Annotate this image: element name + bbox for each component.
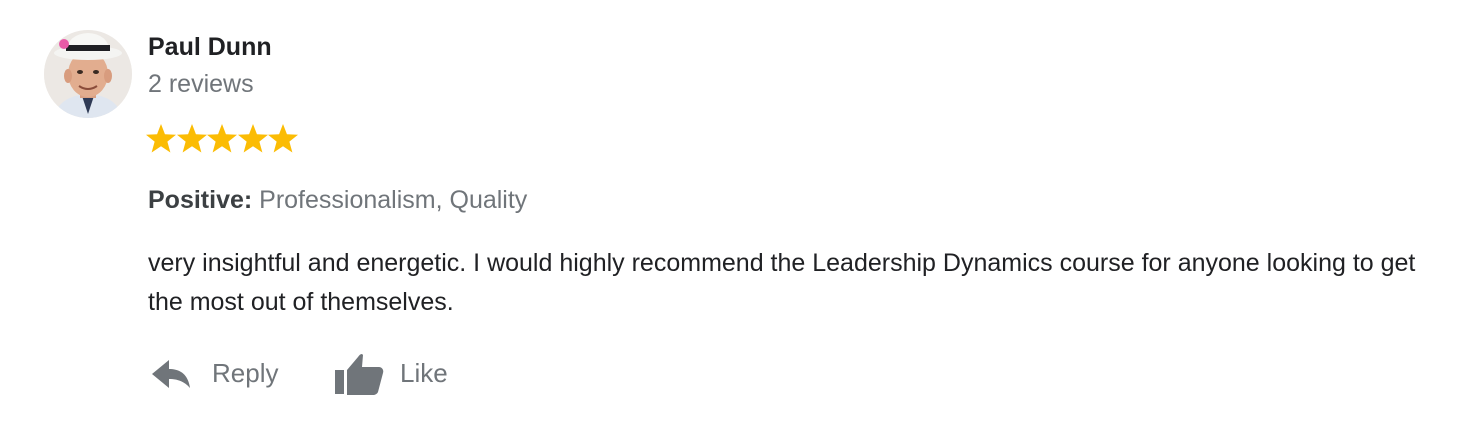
star-icon	[176, 121, 207, 155]
attributes-value: Professionalism, Quality	[259, 186, 528, 214]
star-rating	[146, 121, 299, 155]
thumbs-up-icon	[332, 348, 386, 398]
attributes-label: Positive:	[148, 186, 253, 214]
review-attributes: Positive: Professionalism, Quality	[148, 184, 527, 216]
like-button[interactable]: Like	[332, 338, 448, 408]
star-icon	[237, 121, 268, 155]
reply-button[interactable]: Reply	[148, 338, 278, 408]
star-icon	[207, 121, 237, 155]
like-label: Like	[400, 358, 448, 388]
reply-label: Reply	[212, 358, 279, 388]
reviewer-review-count[interactable]: 2 reviews	[148, 68, 254, 100]
reviewer-avatar[interactable]	[44, 30, 132, 118]
star-icon	[268, 121, 298, 155]
star-icon	[146, 121, 176, 155]
review-text: very insightful and energetic. I would h…	[148, 249, 1416, 316]
reviewer-name[interactable]: Paul Dunn	[148, 31, 272, 63]
avatar-image	[44, 30, 132, 118]
reply-arrow-icon	[148, 348, 194, 398]
review-card: Paul Dunn 2 reviews Positive: Profession…	[0, 0, 1457, 425]
